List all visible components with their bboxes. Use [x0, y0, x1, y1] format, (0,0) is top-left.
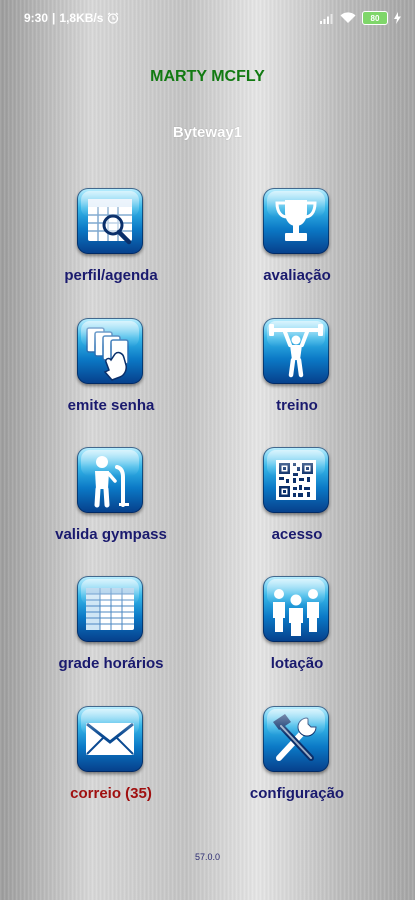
charging-icon: [394, 12, 401, 24]
menu-label-avaliacao: avaliação: [263, 267, 331, 284]
menu-acesso[interactable]: acesso: [222, 447, 372, 557]
tools-icon: [263, 706, 329, 772]
menu-label-acesso: acesso: [271, 526, 323, 543]
status-bar: 9:30 | 1,8KB/s 80: [0, 0, 415, 36]
company-name: Byteway1: [172, 124, 243, 141]
menu-valida-gympass[interactable]: valida gympass: [36, 447, 186, 557]
envelope-icon: [77, 706, 143, 772]
menu-label-valida-gympass: valida gympass: [55, 526, 167, 543]
menu-emite-senha[interactable]: emite senha: [36, 318, 186, 428]
network-speed: 1,8KB/s: [59, 11, 104, 25]
menu-label-perfil-agenda: perfil/agenda: [64, 267, 158, 284]
weightlifter-icon: [263, 318, 329, 384]
menu-label-lotacao: lotação: [270, 655, 324, 672]
menu-label-configuracao: configuração: [249, 785, 345, 802]
wifi-icon: [340, 12, 356, 23]
menu-label-emite-senha: emite senha: [67, 397, 155, 414]
menu-label-correio: correio (35): [70, 785, 152, 802]
app-version: 57.0.0: [194, 852, 221, 862]
menu-label-treino: treino: [276, 397, 318, 414]
user-name: MARTY MCFLY: [150, 68, 265, 85]
alarm-icon: [108, 12, 119, 24]
signal-icon: [320, 13, 333, 24]
menu-lotacao[interactable]: lotação: [222, 576, 372, 686]
menu-avaliacao[interactable]: avaliação: [222, 188, 372, 298]
calendar-search-icon: [77, 188, 143, 254]
schedule-grid-icon: [77, 576, 143, 642]
status-right: 80: [320, 11, 401, 25]
menu-treino[interactable]: treino: [222, 318, 372, 428]
trophy-icon: [263, 188, 329, 254]
menu-perfil-agenda[interactable]: perfil/agenda: [36, 188, 186, 298]
status-left: 9:30 | 1,8KB/s: [24, 11, 119, 25]
status-time: 9:30: [24, 11, 49, 25]
menu-configuracao[interactable]: configuração: [222, 706, 372, 816]
menu-correio[interactable]: correio (35): [36, 706, 186, 816]
qr-code-icon: [263, 447, 329, 513]
menu-grade-horarios[interactable]: grade horários: [36, 576, 186, 686]
cards-hand-icon: [77, 318, 143, 384]
menu-label-grade-horarios: grade horários: [58, 655, 164, 672]
person-scanner-icon: [77, 447, 143, 513]
battery-icon: 80: [362, 11, 388, 25]
people-group-icon: [263, 576, 329, 642]
